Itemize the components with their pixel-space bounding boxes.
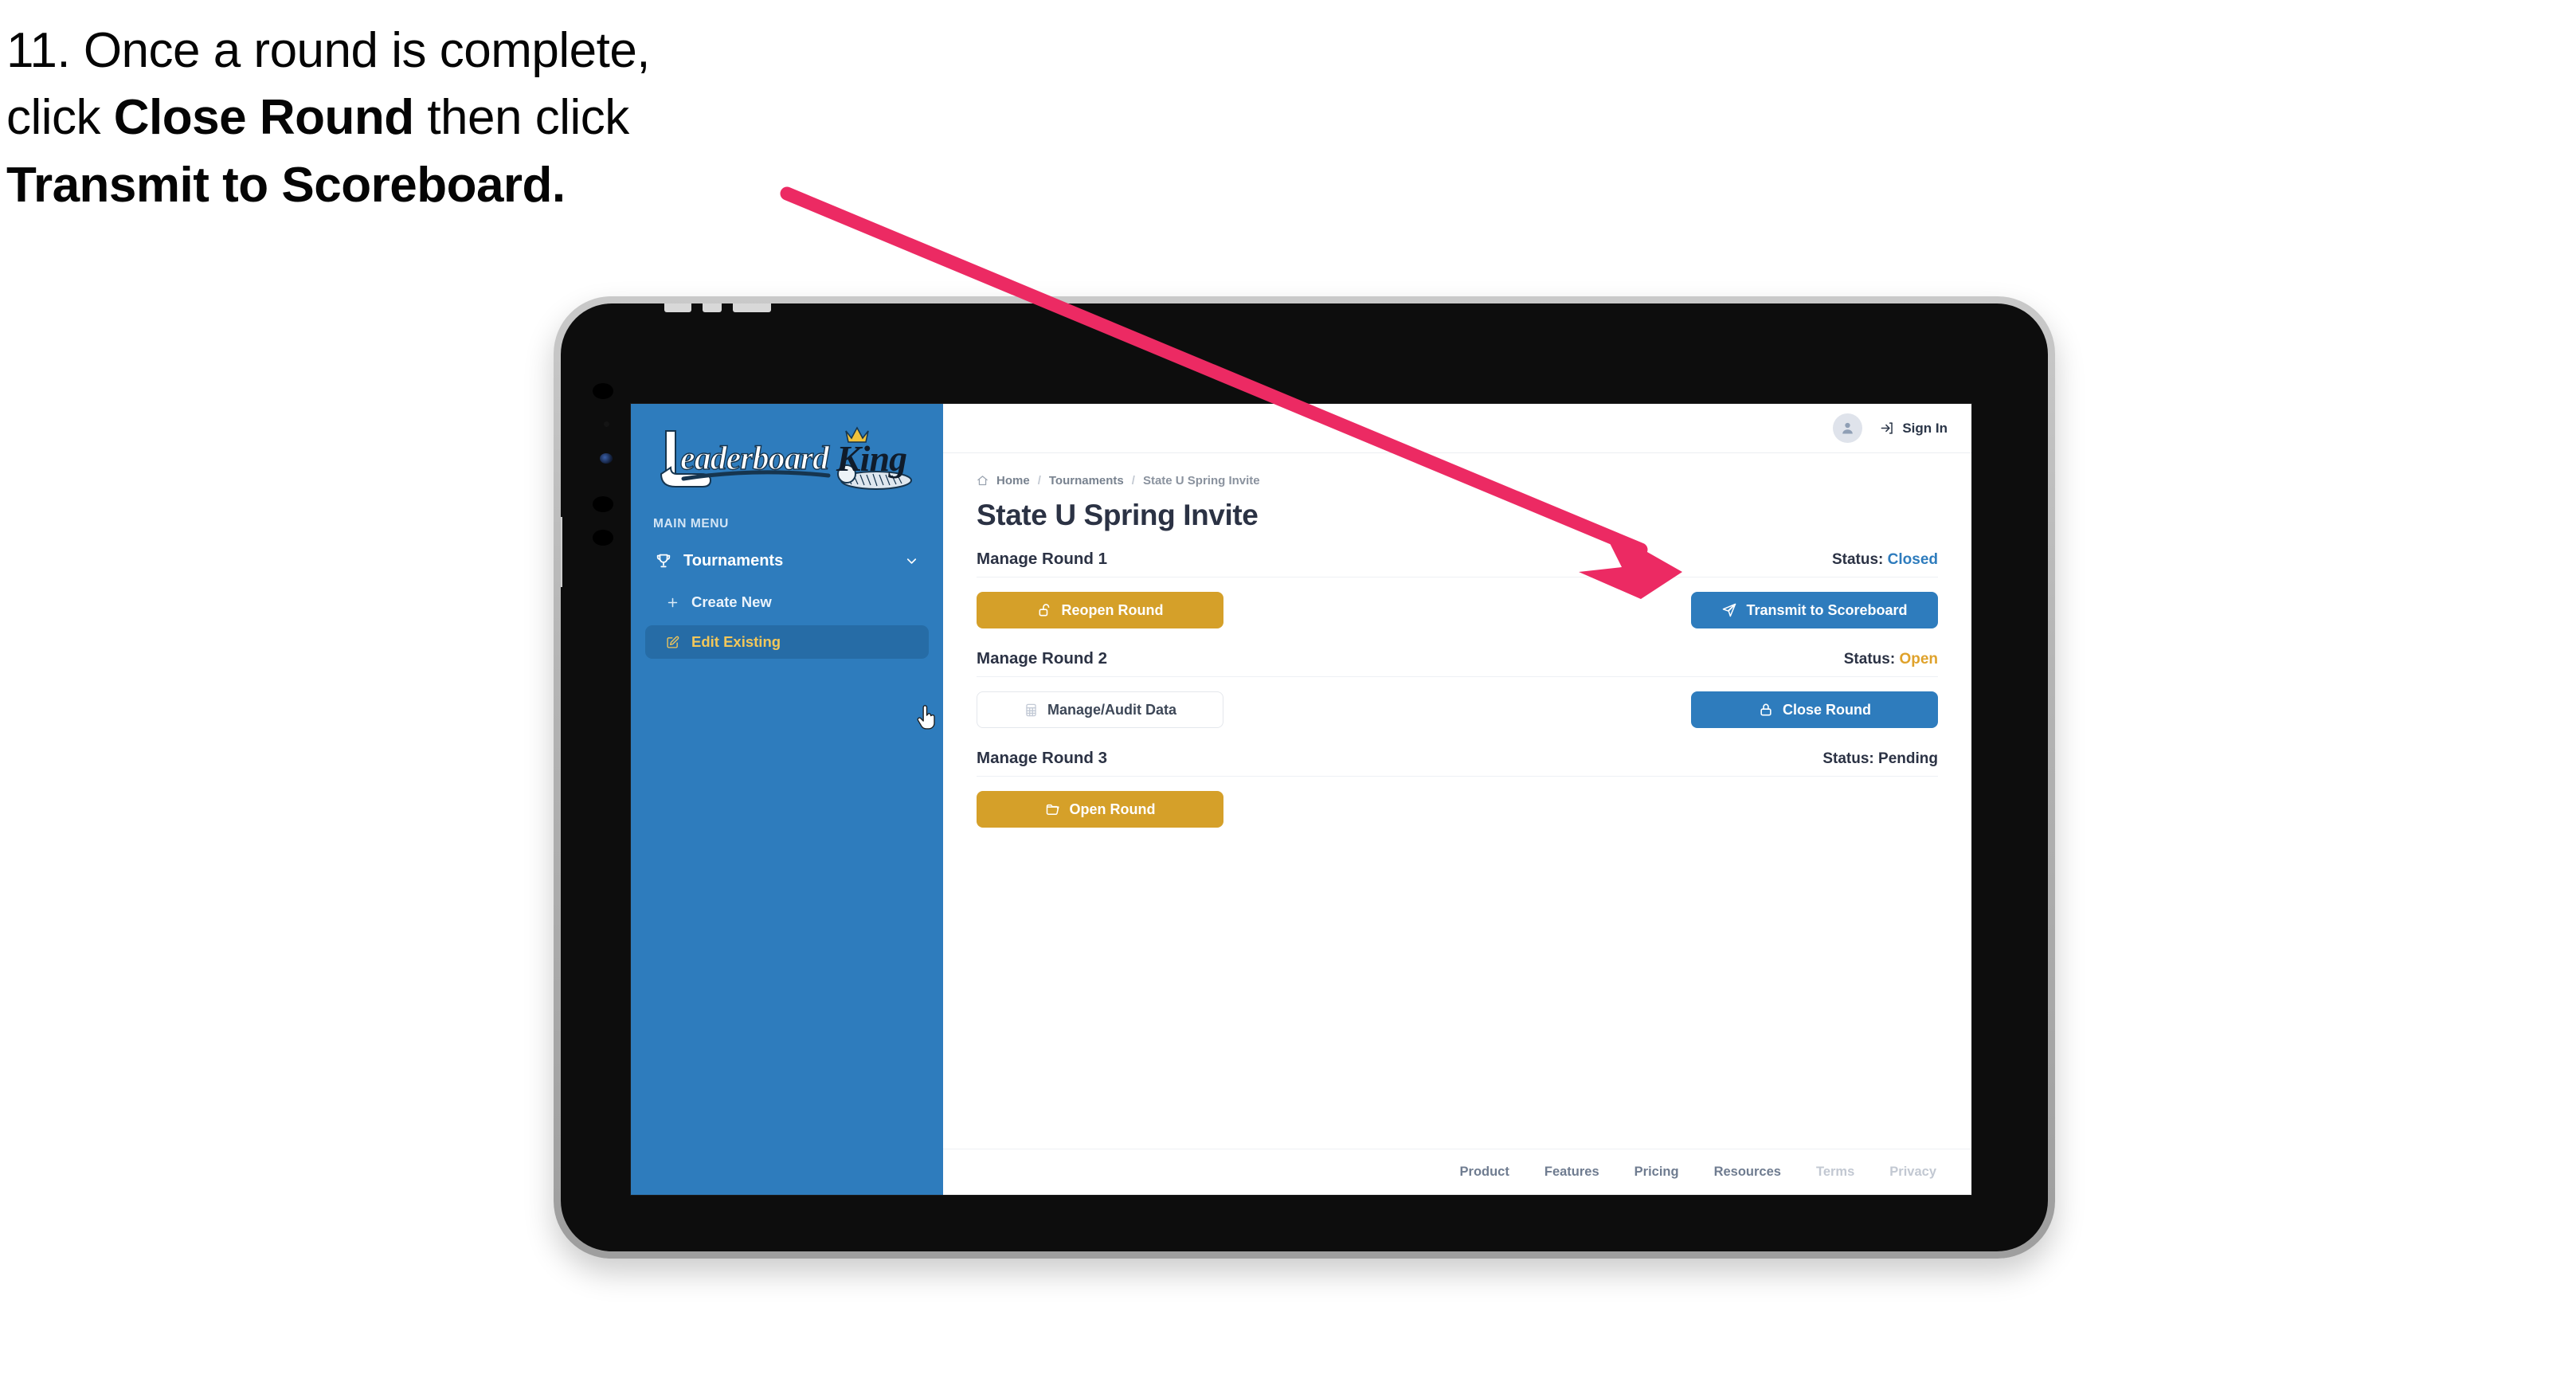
- caption-bold-transmit: Transmit to Scoreboard.: [6, 157, 566, 213]
- tablet-side-button: [561, 517, 562, 587]
- round-2-actions: Manage/Audit Data Close Round: [977, 691, 1938, 728]
- footer-link-product[interactable]: Product: [1460, 1165, 1509, 1180]
- breadcrumb: Home / Tournaments / State U Spring Invi…: [977, 474, 1938, 487]
- edit-square-icon: [666, 636, 687, 649]
- caption-bold-close-round: Close Round: [113, 90, 414, 146]
- chevron-down-icon[interactable]: [904, 554, 919, 569]
- footer-link-resources[interactable]: Resources: [1714, 1165, 1781, 1180]
- manage-audit-data-button[interactable]: Manage/Audit Data: [977, 691, 1223, 728]
- round-1-status: Status: Closed: [1832, 551, 1938, 569]
- round-1-actions: Reopen Round Transmit to Scoreboard: [977, 592, 1938, 628]
- round-2-name: Manage Round 2: [977, 649, 1108, 668]
- footer-link-features[interactable]: Features: [1544, 1165, 1599, 1180]
- open-round-button[interactable]: Open Round: [977, 791, 1223, 828]
- round-block-2: Manage Round 2 Status: Open Manage/Audit…: [977, 649, 1938, 728]
- round-2-status: Status: Open: [1844, 651, 1938, 668]
- plus-icon: [666, 596, 687, 609]
- tablet-camera-icon: [600, 453, 613, 464]
- breadcrumb-separator-2: /: [1131, 474, 1135, 487]
- brand-logo[interactable]: eaderboard King: [631, 404, 943, 506]
- transmit-to-scoreboard-label: Transmit to Scoreboard: [1746, 601, 1908, 618]
- transmit-to-scoreboard-button[interactable]: Transmit to Scoreboard: [1691, 592, 1938, 628]
- round-block-1: Manage Round 1 Status: Closed Reopen Rou…: [977, 550, 1938, 628]
- tablet-sensor-dot-1: [593, 383, 613, 399]
- round-3-name: Manage Round 3: [977, 749, 1108, 767]
- close-round-label: Close Round: [1783, 701, 1871, 718]
- caption-line-1: 11. Once a round is complete,: [6, 23, 651, 78]
- caption-line-2: click Close Round then click: [6, 90, 629, 146]
- round-1-header: Manage Round 1 Status: Closed: [977, 550, 1938, 578]
- home-icon[interactable]: [977, 475, 989, 487]
- round-3-actions: Open Round: [977, 791, 1938, 828]
- breadcrumb-separator-1: /: [1037, 474, 1041, 487]
- sidebar-item-create-new[interactable]: Create New: [645, 585, 929, 619]
- round-3-status: Status: Pending: [1822, 750, 1938, 768]
- pointer-hand-cursor: [917, 705, 935, 730]
- breadcrumb-item-home[interactable]: Home: [996, 474, 1030, 487]
- footer: Product Features Pricing Resources Terms…: [943, 1149, 1971, 1195]
- leaderboard-king-logo-icon: eaderboard King: [660, 426, 912, 490]
- sign-in-button[interactable]: Sign In: [1880, 421, 1948, 437]
- breadcrumb-item-tournaments[interactable]: Tournaments: [1049, 474, 1124, 487]
- manage-audit-data-label: Manage/Audit Data: [1047, 701, 1177, 718]
- svg-text:King: King: [836, 438, 906, 479]
- tablet-sensor-dot-4: [593, 530, 613, 546]
- tablet-device-frame: eaderboard King MAIN MENU Tournaments Cr…: [554, 296, 2055, 1259]
- sidebar-item-edit-existing-label: Edit Existing: [691, 633, 781, 650]
- round-1-status-value: Closed: [1887, 551, 1938, 568]
- lock-icon: [1760, 703, 1771, 716]
- user-avatar-icon: [1842, 422, 1854, 434]
- tablet-sensor-dot-3: [593, 496, 613, 512]
- avatar[interactable]: [1833, 413, 1863, 443]
- breadcrumb-item-current: State U Spring Invite: [1142, 474, 1260, 487]
- table-grid-icon: [1026, 703, 1036, 716]
- sign-in-label: Sign In: [1902, 420, 1948, 436]
- reopen-round-button[interactable]: Reopen Round: [977, 592, 1223, 628]
- round-2-status-label: Status:: [1843, 651, 1896, 668]
- folder-open-icon: [1046, 804, 1059, 815]
- round-3-status-label: Status:: [1822, 750, 1874, 767]
- sign-in-arrow-icon: [1881, 422, 1893, 434]
- open-round-label: Open Round: [1069, 801, 1156, 817]
- round-3-status-value: Pending: [1878, 750, 1938, 767]
- top-bar: Sign In: [943, 404, 1971, 453]
- round-1-status-label: Status:: [1831, 551, 1884, 568]
- round-2-status-value: Open: [1899, 651, 1938, 668]
- tablet-sensor-dot-2: [604, 421, 609, 427]
- round-2-header: Manage Round 2 Status: Open: [977, 649, 1938, 677]
- tablet-top-button-1: [664, 303, 691, 312]
- round-3-header: Manage Round 3 Status: Pending: [977, 749, 1938, 777]
- round-1-name: Manage Round 1: [977, 550, 1108, 568]
- sidebar-item-create-new-label: Create New: [691, 593, 772, 610]
- trophy-icon: [655, 552, 677, 570]
- sidebar: eaderboard King MAIN MENU Tournaments Cr…: [631, 404, 943, 1195]
- footer-link-pricing[interactable]: Pricing: [1634, 1165, 1679, 1180]
- footer-link-privacy[interactable]: Privacy: [1889, 1165, 1936, 1180]
- caption-line-3: Transmit to Scoreboard.: [6, 152, 867, 219]
- sidebar-item-tournaments-label: Tournaments: [683, 551, 784, 570]
- reopen-round-label: Reopen Round: [1061, 601, 1164, 618]
- footer-link-terms[interactable]: Terms: [1816, 1165, 1854, 1180]
- main-content: Sign In Home / Tournaments / State U Spr…: [943, 404, 1971, 1195]
- app-screen: eaderboard King MAIN MENU Tournaments Cr…: [631, 404, 1971, 1195]
- sidebar-section-label: MAIN MENU: [653, 517, 729, 531]
- round-block-3: Manage Round 3 Status: Pending Open Roun…: [977, 749, 1938, 828]
- tablet-top-button-2: [703, 303, 722, 312]
- paper-plane-icon: [1723, 603, 1736, 617]
- unlock-icon: [1039, 604, 1049, 617]
- content-body: Home / Tournaments / State U Spring Invi…: [943, 453, 1971, 828]
- instruction-caption: 11. Once a round is complete, click Clos…: [6, 18, 867, 219]
- tablet-top-button-3: [733, 303, 771, 312]
- sidebar-item-tournaments[interactable]: Tournaments: [645, 542, 929, 579]
- tablet-screen-bezel: eaderboard King MAIN MENU Tournaments Cr…: [561, 303, 2048, 1251]
- close-round-button[interactable]: Close Round: [1691, 691, 1938, 728]
- sidebar-item-edit-existing[interactable]: Edit Existing: [645, 625, 929, 659]
- page-title: State U Spring Invite: [977, 499, 1259, 531]
